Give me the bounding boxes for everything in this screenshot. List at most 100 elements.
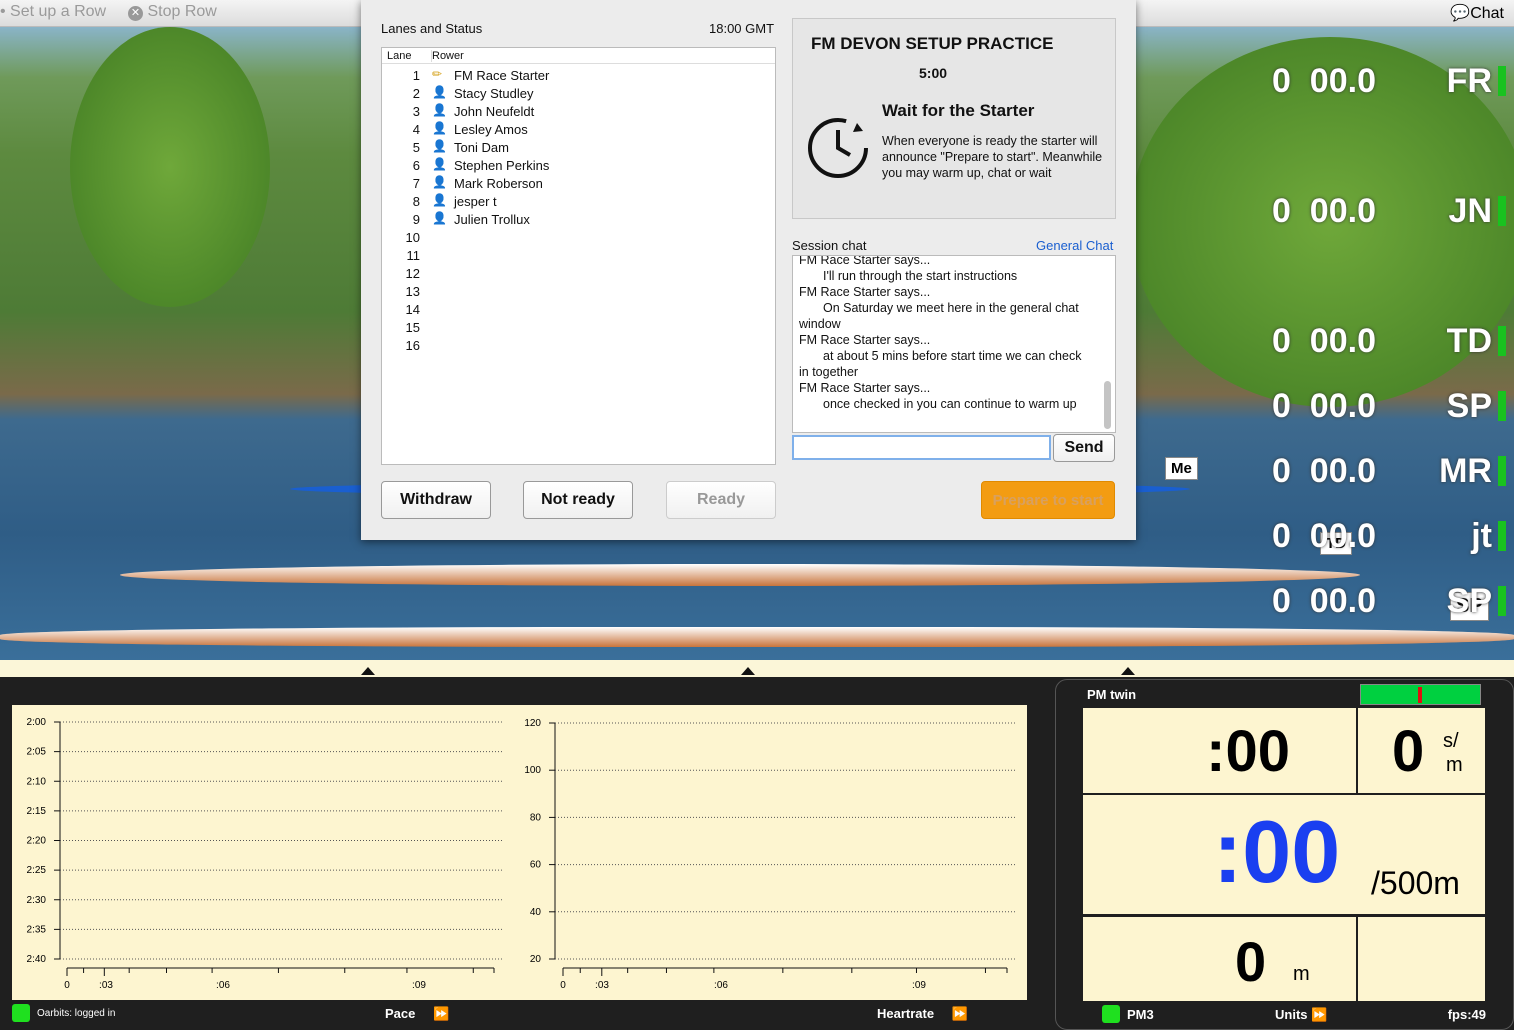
leaderboard-time: 0 00.0 [1272,387,1376,425]
lane-row[interactable]: 2 👤 Stacy Studley [382,85,775,103]
leaderboard-row: 0 00.0 FR [1272,62,1506,102]
lane-number: 13 [405,284,420,299]
not-ready-button[interactable]: Not ready [523,481,633,519]
chat-button[interactable]: 💬Chat [1450,3,1504,23]
withdraw-button[interactable]: Withdraw [381,481,491,519]
general-chat-link[interactable]: General Chat [1036,238,1113,253]
lane-number: 2 [412,86,420,101]
setup-row-button[interactable]: • Set up a Row [0,3,106,21]
lane-row[interactable]: 16 [382,337,775,355]
lane-indicator [1498,326,1506,356]
lane-row[interactable]: 5 👤 Toni Dam [382,139,775,157]
user-grey-icon: 👤 [432,121,447,135]
column-header-lane[interactable]: Lane [387,50,411,62]
clock: 18:00 GMT [709,21,775,36]
leaderboard-row: 0 00.0 jt [1272,517,1506,557]
boat-tag: Me [1165,457,1198,480]
elapsed-time: :00 [1206,719,1290,784]
y-tick-label: 2:00 [27,717,47,728]
setup-row-label: Set up a Row [10,3,107,20]
leaderboard-time: 0 00.0 [1272,322,1376,360]
stop-row-label: Stop Row [147,3,217,20]
lane-number: 7 [412,176,420,191]
chat-text: once checked in you can continue to warm… [823,397,1077,411]
lane-number: 4 [412,122,420,137]
leaderboard-time: 0 00.0 [1272,517,1376,555]
lane-number: 15 [405,320,420,335]
lane-number: 14 [405,302,420,317]
rower-name: Stephen Perkins [454,158,550,173]
chat-input[interactable] [792,435,1051,460]
chat-scrollbar[interactable] [1104,381,1111,429]
pm-monitor: PM twin :00 0 s/m :00/500m 0m PM3 Units ⏩… [1055,679,1514,1030]
rower-name: jesper t [454,194,497,209]
lanes-table: Lane Rower 1 ✏ FM Race Starter 2 👤 Stacy Stud… [381,47,776,465]
lane-row[interactable]: 7 👤 Mark Roberson [382,175,775,193]
pace-chart-toggle[interactable]: Pace ⏩ [385,1006,449,1022]
rate-unit: m [1446,754,1463,776]
splitter-handle[interactable] [361,667,375,675]
lane-row[interactable]: 15 [382,319,775,337]
empty-cell [1358,917,1485,1001]
lane-row[interactable]: 8 👤 jesper t [382,193,775,211]
charts-area: 2:00 2:05 2:10 2:15 2:20 2:25 2:30 2:35 2:40 0:03… [12,705,1027,1000]
rower-name: Julien Trollux [454,212,530,227]
fast-forward-icon: ⏩ [1311,1007,1328,1022]
leaderboard-row: 0 00.0 MR [1272,452,1506,492]
y-tick-label: 2:15 [27,806,47,817]
pace-cell: :00/500m [1083,795,1485,914]
lane-row[interactable]: 10 [382,229,775,247]
clock-icon [808,118,868,178]
lane-row[interactable]: 11 [382,247,775,265]
lane-number: 16 [405,338,420,353]
heartrate-label: Heartrate [877,1006,935,1021]
heartrate-chart-toggle[interactable]: Heartrate ⏩ [877,1006,968,1022]
send-button[interactable]: Send [1053,434,1115,462]
lane-row[interactable]: 4 👤 Lesley Amos [382,121,775,139]
chat-text: I'll run through the start instructions [823,269,1018,283]
leaderboard-initials: SP [1446,582,1492,620]
rower-name: FM Race Starter [454,68,550,83]
x-tick-label: 0 [64,980,70,991]
splitter-handle[interactable] [741,667,755,675]
lane-row[interactable]: 13 [382,283,775,301]
column-header-rower[interactable]: Rower [431,50,464,62]
session-time: 5:00 [919,65,948,81]
lane-row[interactable]: 3 👤 John Neufeldt [382,103,775,121]
chat-label: Chat [1470,5,1504,22]
rate-cell: 0 s/m [1358,708,1485,793]
time-cell: :00 [1083,708,1356,793]
rower-name: Lesley Amos [454,122,528,137]
x-tick-label: :09 [912,980,926,991]
boat [0,627,1514,647]
splitter-handle[interactable] [1121,667,1135,675]
ready-button[interactable]: Ready [666,481,776,519]
fps-counter: fps:49 [1447,1007,1486,1022]
pace-label: Pace [385,1006,416,1021]
lane-number: 12 [405,266,420,281]
prepare-to-start-button[interactable]: Prepare to start [981,481,1115,519]
chat-log: FM Race Starter says... I'll run through … [792,255,1116,433]
y-tick-label: 80 [530,812,542,823]
session-title: FM DEVON SETUP PRACTICE [811,34,1054,53]
lane-row[interactable]: 14 [382,301,775,319]
lane-row[interactable]: 6 👤 Stephen Perkins [382,157,775,175]
user-blue-icon: 👤 [432,175,447,189]
lane-number: 8 [412,194,420,209]
lane-indicator [1498,586,1506,616]
lane-row[interactable]: 9 👤 Julien Trollux [382,211,775,229]
leaderboard-initials: jt [1471,517,1492,555]
pm-connection-light [1102,1005,1120,1023]
fast-forward-icon: ⏩ [951,1006,968,1021]
units-button[interactable]: Units ⏩ [1275,1007,1327,1023]
leaderboard-initials: FR [1446,62,1492,100]
y-tick-label: 40 [530,907,542,918]
distance-cell: 0m [1083,917,1356,1001]
distance-value: 0 [1235,930,1267,993]
lane-indicator [1498,521,1506,551]
x-tick-label: :09 [412,980,426,991]
leaderboard-time: 0 00.0 [1272,192,1376,230]
stop-row-button[interactable]: ✕ Stop Row [128,3,217,21]
lane-row[interactable]: 1 ✏ FM Race Starter [382,67,775,85]
lane-row[interactable]: 12 [382,265,775,283]
